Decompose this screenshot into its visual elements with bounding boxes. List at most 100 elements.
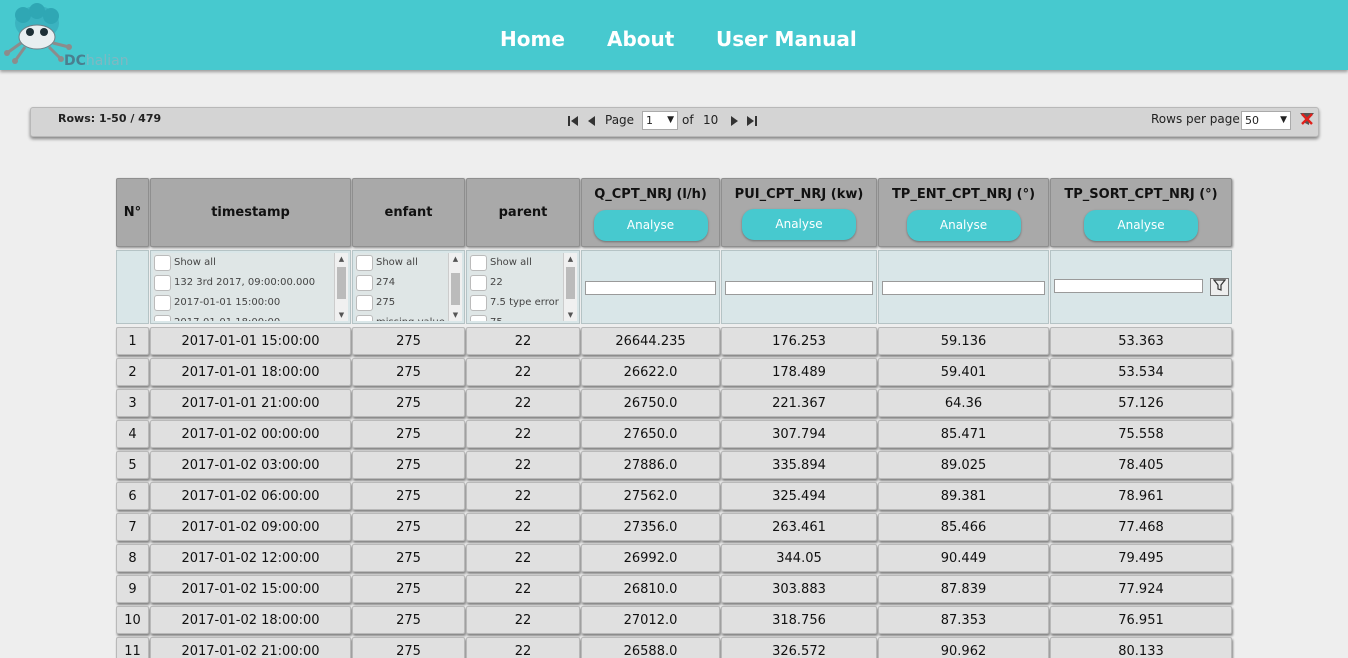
- clear-filters-icon[interactable]: [1299, 111, 1315, 127]
- analyse-button[interactable]: Analyse: [742, 209, 856, 240]
- filter-cell-timestamp: Show all 132 3rd 2017, 09:00:00.000 2017-0…: [150, 250, 351, 324]
- filter-funnel-icon[interactable]: [1210, 278, 1229, 296]
- column-header-label: PUI_CPT_NRJ (kw): [734, 187, 864, 202]
- filter-option[interactable]: 274: [355, 273, 462, 293]
- table-cell-tp-sort-cpt-nrj: 57.126: [1050, 389, 1232, 417]
- column-header-label: parent: [498, 205, 548, 220]
- filter-checkbox[interactable]: [154, 295, 171, 311]
- filter-checklist-parent[interactable]: Show all227.5 type error75▲▼: [469, 253, 577, 321]
- table-cell-enfant: 275: [352, 420, 465, 448]
- nav-about[interactable]: About: [607, 27, 674, 51]
- column-header-pui-cpt-nrj[interactable]: PUI_CPT_NRJ (kw) Analyse: [721, 178, 877, 247]
- table-cell-parent: 22: [466, 606, 580, 634]
- column-header-tp-sort-cpt-nrj[interactable]: TP_SORT_CPT_NRJ (°) Analyse: [1050, 178, 1232, 247]
- table-cell-q-cpt-nrj: 27562.0: [581, 482, 720, 510]
- filter-checkbox[interactable]: [356, 315, 373, 321]
- scroll-up-icon[interactable]: ▲: [449, 255, 462, 263]
- filter-scrollbar[interactable]: ▲ ▼: [334, 253, 348, 321]
- table-cell-pui-cpt-nrj: 176.253: [721, 327, 877, 355]
- table-cell-q-cpt-nrj: 26810.0: [581, 575, 720, 603]
- scroll-thumb[interactable]: [451, 273, 460, 305]
- filter-checklist-timestamp[interactable]: Show all 132 3rd 2017, 09:00:00.000 2017-0…: [153, 253, 348, 321]
- table-cell-num: 5: [116, 451, 149, 479]
- first-page-icon[interactable]: [568, 116, 579, 126]
- filter-text-input[interactable]: [725, 281, 873, 295]
- nav-home[interactable]: Home: [500, 27, 565, 51]
- mascot-logo-icon: [4, 3, 72, 64]
- table-cell-enfant: 275: [352, 637, 465, 658]
- column-header-label: Q_CPT_NRJ (l/h): [594, 187, 707, 202]
- table-cell-pui-cpt-nrj: 178.489: [721, 358, 877, 386]
- filter-option[interactable]: Show all: [355, 253, 462, 273]
- filter-text-input[interactable]: [585, 281, 716, 295]
- logo-text-light: halian: [85, 53, 129, 69]
- filter-option[interactable]: 7.5 type error: [469, 293, 577, 313]
- analyse-button[interactable]: Analyse: [593, 210, 708, 241]
- filter-checkbox[interactable]: [470, 295, 487, 311]
- filter-scrollbar[interactable]: ▲ ▼: [448, 253, 462, 321]
- scroll-up-icon[interactable]: ▲: [335, 255, 348, 263]
- scroll-down-icon[interactable]: ▼: [564, 311, 577, 319]
- filter-text-input[interactable]: [1054, 279, 1203, 293]
- filter-checkbox[interactable]: [470, 315, 487, 321]
- filter-checkbox[interactable]: [154, 255, 171, 271]
- filter-text-input[interactable]: [882, 281, 1045, 295]
- filter-cell-parent: Show all227.5 type error75▲▼: [466, 250, 580, 324]
- page-select[interactable]: 1 ▼: [642, 111, 678, 130]
- nav-user-manual[interactable]: User Manual: [716, 27, 857, 51]
- prev-page-icon[interactable]: [587, 116, 596, 126]
- rows-per-page-select[interactable]: 50 ▼: [1241, 111, 1291, 130]
- filter-checkbox[interactable]: [356, 255, 373, 271]
- filter-checkbox[interactable]: [470, 255, 487, 271]
- table-cell-timestamp: 2017-01-01 15:00:00: [150, 327, 351, 355]
- filter-option[interactable]: 2017-01-01 15:00:00: [153, 293, 348, 313]
- filter-checkbox[interactable]: [470, 275, 487, 291]
- filter-checkbox[interactable]: [154, 315, 171, 321]
- scroll-down-icon[interactable]: ▼: [335, 311, 348, 319]
- filter-option[interactable]: 275: [355, 293, 462, 313]
- filter-option-label: Show all: [490, 257, 532, 268]
- filter-option[interactable]: Show all: [469, 253, 577, 273]
- filter-checkbox[interactable]: [154, 275, 171, 291]
- next-page-icon[interactable]: [730, 116, 739, 126]
- table-cell-parent: 22: [466, 575, 580, 603]
- column-header-tp-ent-cpt-nrj[interactable]: TP_ENT_CPT_NRJ (°) Analyse: [878, 178, 1049, 247]
- scroll-thumb[interactable]: [566, 267, 575, 299]
- filter-option[interactable]: 2017-01-01 18:00:00: [153, 313, 348, 321]
- scroll-up-icon[interactable]: ▲: [564, 255, 577, 263]
- scroll-down-icon[interactable]: ▼: [449, 311, 462, 319]
- table-cell-num: 8: [116, 544, 149, 572]
- table-cell-q-cpt-nrj: 27650.0: [581, 420, 720, 448]
- column-header-q-cpt-nrj[interactable]: Q_CPT_NRJ (l/h) Analyse: [581, 178, 720, 247]
- table-cell-parent: 22: [466, 451, 580, 479]
- filter-option[interactable]: Show all: [153, 253, 348, 273]
- filter-cell-q-cpt-nrj: [581, 250, 720, 324]
- column-header-label: enfant: [384, 205, 433, 220]
- filter-option[interactable]: missing value: [355, 313, 462, 321]
- filter-option[interactable]: 22: [469, 273, 577, 293]
- scroll-thumb[interactable]: [337, 267, 346, 299]
- filter-scrollbar[interactable]: ▲ ▼: [563, 253, 577, 321]
- dchalian-logo[interactable]: DChalian: [3, 3, 133, 69]
- filter-option[interactable]: 132 3rd 2017, 09:00:00.000: [153, 273, 348, 293]
- table-cell-tp-ent-cpt-nrj: 90.962: [878, 637, 1049, 658]
- analyse-button[interactable]: Analyse: [906, 210, 1021, 241]
- table-cell-num: 6: [116, 482, 149, 510]
- filter-cell-pui-cpt-nrj: [721, 250, 877, 324]
- table-cell-parent: 22: [466, 358, 580, 386]
- table-cell-tp-sort-cpt-nrj: 79.495: [1050, 544, 1232, 572]
- filter-checklist-enfant[interactable]: Show all274275missing value▲▼: [355, 253, 462, 321]
- filter-option-label: 75: [490, 317, 503, 321]
- analyse-button[interactable]: Analyse: [1084, 210, 1198, 241]
- table-cell-enfant: 275: [352, 389, 465, 417]
- page-select-value: 1: [646, 114, 653, 127]
- column-header-label: timestamp: [211, 205, 290, 220]
- last-page-icon[interactable]: [747, 116, 758, 126]
- filter-checkbox[interactable]: [356, 295, 373, 311]
- table-cell-timestamp: 2017-01-02 21:00:00: [150, 637, 351, 658]
- table-cell-num: 1: [116, 327, 149, 355]
- filter-option[interactable]: 75: [469, 313, 577, 321]
- table-cell-timestamp: 2017-01-02 00:00:00: [150, 420, 351, 448]
- column-header-label: N°: [123, 205, 142, 220]
- filter-checkbox[interactable]: [356, 275, 373, 291]
